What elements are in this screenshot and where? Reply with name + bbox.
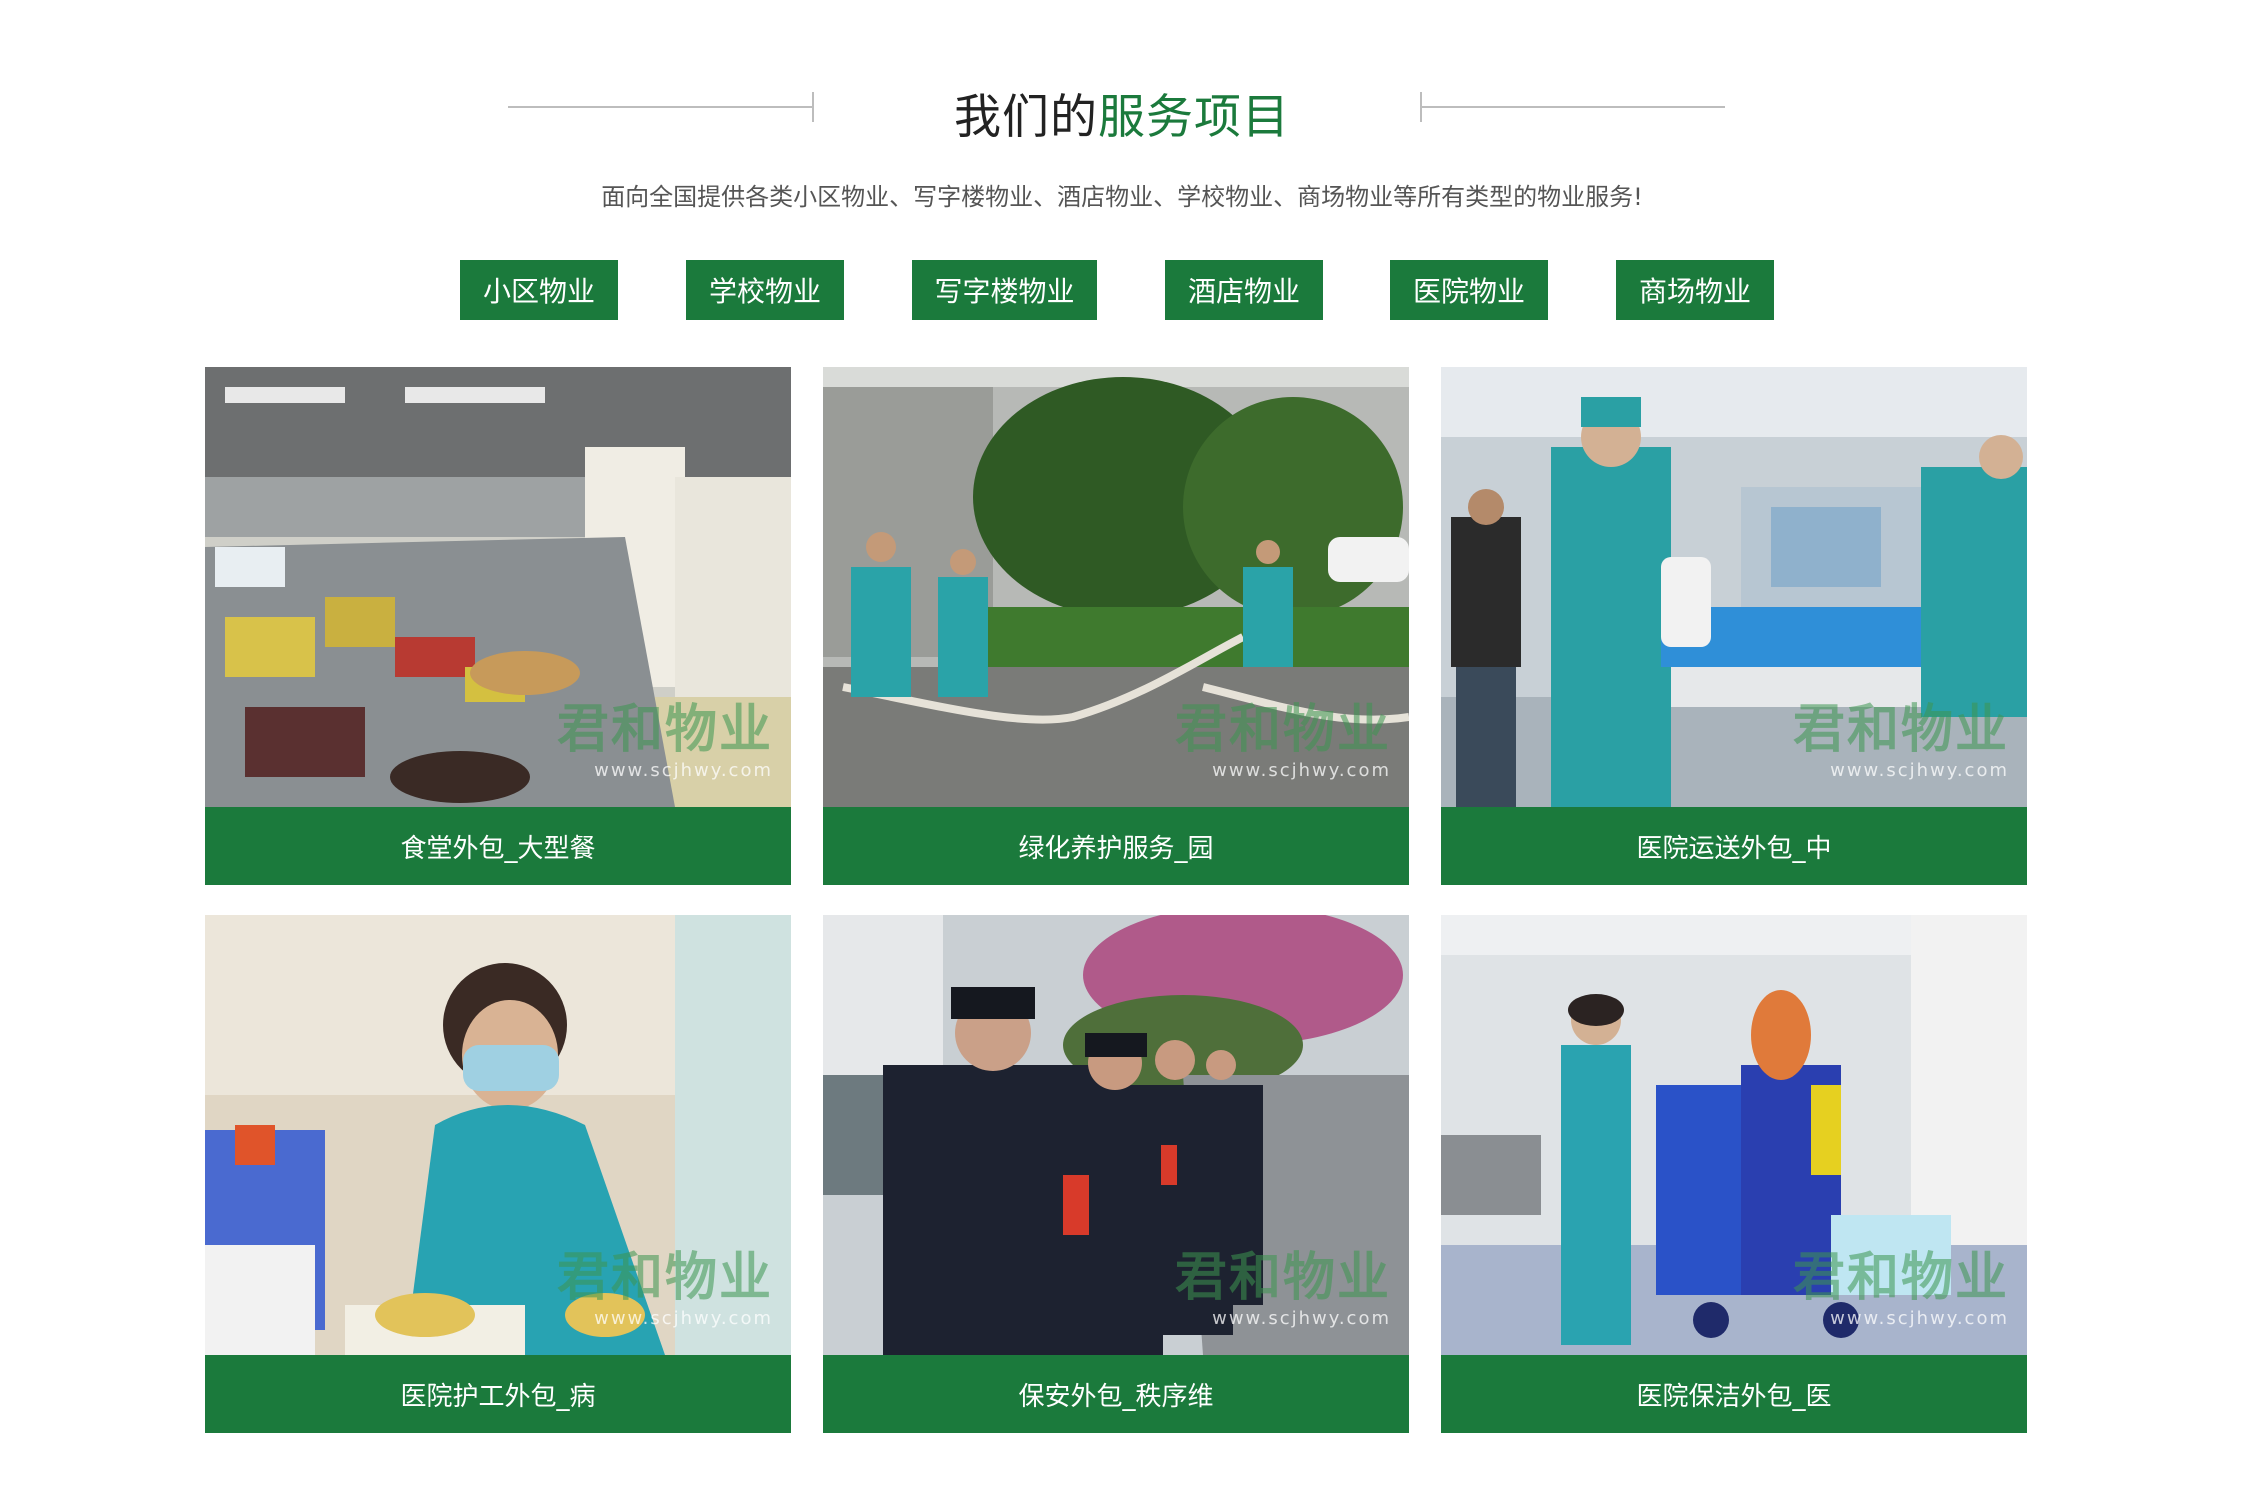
security-guards-lineup-image: 君和物业 www.scjhwy.com	[823, 915, 1409, 1355]
tab-school[interactable]: 学校物业	[686, 260, 844, 320]
tab-hospital[interactable]: 医院物业	[1390, 260, 1548, 320]
card-caption: 保安外包_秩序维	[823, 1355, 1409, 1433]
tab-label: 商场物业	[1638, 275, 1751, 308]
canteen-kitchen-image: 君和物业 www.scjhwy.com	[205, 367, 791, 807]
tab-label: 小区物业	[482, 275, 595, 308]
watermark: 君和物业 www.scjhwy.com	[557, 704, 773, 781]
tab-residential[interactable]: 小区物业	[460, 260, 618, 320]
nurse-worker-cleaning-image: 君和物业 www.scjhwy.com	[205, 915, 791, 1355]
service-card-hospital-transport[interactable]: 君和物业 www.scjhwy.com 医院运送外包_中	[1441, 367, 2027, 885]
tab-mall[interactable]: 商场物业	[1616, 260, 1774, 320]
tab-label: 学校物业	[708, 275, 821, 308]
watermark-brand: 君和物业	[556, 1248, 773, 1308]
watermark-brand: 君和物业	[1792, 1248, 2009, 1308]
watermark-brand: 君和物业	[1792, 700, 2009, 760]
watermark-url: www.scjhwy.com	[1212, 1308, 1391, 1329]
service-card-hospital-cleaning[interactable]: 君和物业 www.scjhwy.com 医院保洁外包_医	[1441, 915, 2027, 1433]
card-caption: 绿化养护服务_园	[823, 807, 1409, 885]
gardeners-watering-image: 君和物业 www.scjhwy.com	[823, 367, 1409, 807]
watermark: 君和物业 www.scjhwy.com	[1175, 704, 1391, 781]
card-caption: 医院护工外包_病	[205, 1355, 791, 1433]
tab-label: 酒店物业	[1187, 275, 1300, 308]
tab-hotel[interactable]: 酒店物业	[1165, 260, 1323, 320]
service-card-hospital-care[interactable]: 君和物业 www.scjhwy.com 医院护工外包_病	[205, 915, 791, 1433]
card-caption: 食堂外包_大型餐	[205, 807, 791, 885]
watermark: 君和物业 www.scjhwy.com	[557, 1252, 773, 1329]
watermark: 君和物业 www.scjhwy.com	[1793, 1252, 2009, 1329]
section-title-accent: 服务项目	[1098, 90, 1290, 145]
service-card-greening[interactable]: 君和物业 www.scjhwy.com 绿化养护服务_园	[823, 367, 1409, 885]
watermark: 君和物业 www.scjhwy.com	[1793, 704, 2009, 781]
section-title: 我们的服务项目	[0, 78, 2244, 147]
watermark-brand: 君和物业	[1174, 700, 1391, 760]
card-caption: 医院保洁外包_医	[1441, 1355, 2027, 1433]
watermark-url: www.scjhwy.com	[594, 1308, 773, 1329]
service-card-canteen[interactable]: 君和物业 www.scjhwy.com 食堂外包_大型餐	[205, 367, 791, 885]
section-subtitle: 面向全国提供各类小区物业、写字楼物业、酒店物业、学校物业、商场物业等所有类型的物…	[601, 183, 1643, 211]
service-card-security[interactable]: 君和物业 www.scjhwy.com 保安外包_秩序维	[823, 915, 1409, 1433]
watermark: 君和物业 www.scjhwy.com	[1175, 1252, 1391, 1329]
watermark-url: www.scjhwy.com	[1212, 760, 1391, 781]
tab-office[interactable]: 写字楼物业	[912, 260, 1097, 320]
watermark-url: www.scjhwy.com	[1830, 1308, 2009, 1329]
section-title-prefix: 我们的	[954, 90, 1098, 145]
card-caption: 医院运送外包_中	[1441, 807, 2027, 885]
watermark-brand: 君和物业	[1174, 1248, 1391, 1308]
watermark-url: www.scjhwy.com	[1830, 760, 2009, 781]
tab-label: 写字楼物业	[934, 275, 1075, 308]
watermark-brand: 君和物业	[556, 700, 773, 760]
hospital-stretcher-image: 君和物业 www.scjhwy.com	[1441, 367, 2027, 807]
tab-label: 医院物业	[1412, 275, 1525, 308]
hospital-cleaner-cart-image: 君和物业 www.scjhwy.com	[1441, 915, 2027, 1355]
watermark-url: www.scjhwy.com	[594, 760, 773, 781]
